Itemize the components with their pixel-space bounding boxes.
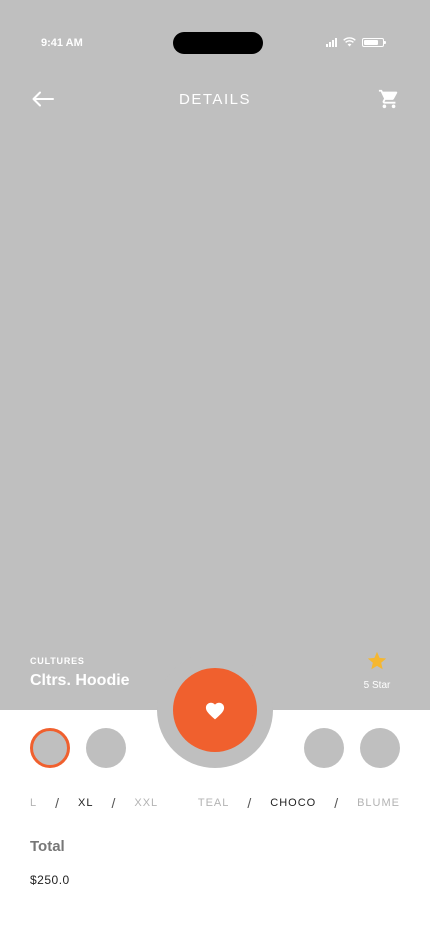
battery-icon [362,37,386,47]
star-icon [367,651,387,670]
dynamic-island [173,32,263,54]
favorite-button[interactable] [173,668,257,752]
separator: / [334,795,340,811]
product-name: Cltrs. Hoodie [30,672,130,689]
status-icons [326,37,386,47]
wifi-icon [343,37,356,47]
color-option-blume[interactable]: BLUME [357,797,400,809]
total-label: Total [30,838,65,855]
cart-button[interactable] [376,87,402,111]
size-swatch-1[interactable] [30,728,70,768]
status-time: 9:41 AM [41,37,83,49]
rating-label: 5 Star [363,680,391,691]
size-option-l[interactable]: L [30,797,37,809]
nav-bar: DETAILS [0,84,430,114]
size-option-xl[interactable]: XL [78,797,93,809]
separator: / [55,795,61,811]
color-option-choco[interactable]: CHOCO [270,797,316,809]
total-price: $250.0 [30,873,70,887]
color-swatch-1[interactable] [304,728,344,768]
separator: / [247,795,253,811]
color-swatch-2[interactable] [360,728,400,768]
color-selector: TEAL / CHOCO / BLUME [198,795,400,811]
shopping-cart-icon [378,89,398,109]
size-selector: L / XL / XXL [30,795,158,811]
color-option-teal[interactable]: TEAL [198,797,230,809]
product-brand: CULTURES [30,656,85,666]
heart-icon [205,702,225,720]
size-swatch-2[interactable] [86,728,126,768]
cellular-signal-icon [326,37,337,47]
page-title: DETAILS [179,91,251,108]
favorite-button-ring [157,652,273,768]
product-rating: 5 Star [352,650,402,691]
size-option-xxl[interactable]: XXL [134,797,158,809]
separator: / [111,795,117,811]
status-bar: 9:41 AM [0,0,430,86]
